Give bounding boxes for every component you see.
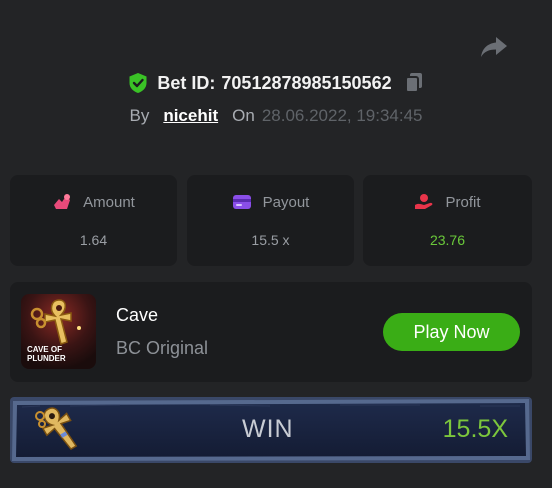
game-thumbnail[interactable]: CAVE OF PLUNDER: [21, 294, 96, 369]
amount-card: Amount 1.64: [10, 175, 177, 266]
win-multiplier: 15.5X: [442, 415, 508, 443]
thumbnail-caption-1: CAVE OF: [27, 345, 62, 354]
bet-datetime: 28.06.2022, 19:34:45: [261, 106, 423, 125]
profit-card: Profit 23.76: [363, 175, 532, 266]
by-label: By: [129, 106, 150, 125]
amount-label: Amount: [83, 193, 135, 211]
game-category: BC Original: [116, 338, 209, 358]
profit-icon: [415, 194, 433, 209]
win-banner: WIN 15.5X: [10, 397, 532, 463]
payout-card: Payout 15.5 x: [187, 175, 354, 266]
username-link[interactable]: nicehit: [163, 106, 218, 126]
bet-id-row: Bet ID: 70512878985150562: [0, 72, 552, 94]
share-icon[interactable]: [480, 35, 508, 59]
thumbnail-caption-2: PLUNDER: [27, 354, 66, 363]
profit-label: Profit: [445, 193, 481, 211]
on-label: On: [232, 106, 255, 125]
payout-value: 15.5 x: [251, 232, 290, 248]
payout-icon: [232, 195, 251, 209]
copy-icon[interactable]: [404, 72, 424, 94]
play-now-button[interactable]: Play Now: [383, 313, 520, 351]
bet-id-label: Bet ID:: [157, 72, 216, 93]
payout-label: Payout: [262, 193, 310, 211]
ankh-icon: [35, 407, 78, 451]
bet-id-value: 70512878985150562: [221, 72, 392, 93]
profit-value: 23.76: [429, 232, 466, 248]
win-label: WIN: [242, 415, 294, 443]
game-name: Cave: [116, 305, 159, 325]
shield-check-icon: [129, 73, 147, 93]
game-card: CAVE OF PLUNDER Cave BC Original Play No…: [10, 282, 532, 382]
amount-value: 1.64: [79, 232, 108, 248]
bet-meta-row: By nicehit On 28.06.2022, 19:34:45: [0, 106, 552, 126]
amount-icon: [54, 194, 71, 209]
